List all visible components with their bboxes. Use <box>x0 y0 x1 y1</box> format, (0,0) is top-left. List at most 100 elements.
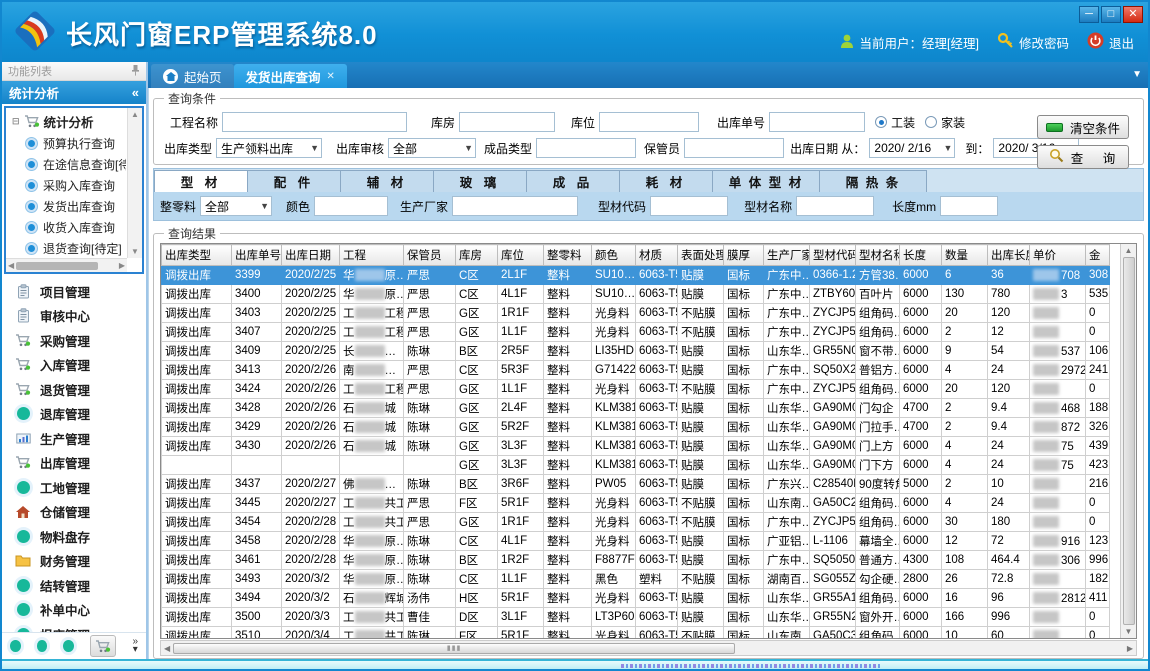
profile-code-input[interactable] <box>650 196 728 216</box>
table-row[interactable]: 调拨出库35002020/3/3工共工程曹佳D区3L1F整料LT3P606063… <box>162 608 1110 627</box>
material-tab[interactable]: 耗 材 <box>619 170 713 192</box>
table-row[interactable]: 调拨出库34372020/2/27佛…陈琳B区3R6F整料PW056063-T5… <box>162 475 1110 494</box>
column-header-price[interactable]: 单价 <box>1030 245 1086 266</box>
tab-home[interactable]: 起始页 <box>151 64 234 88</box>
radio-gongzhuang[interactable]: 工装 <box>875 114 915 131</box>
column-header-film[interactable]: 膜厚 <box>724 245 764 266</box>
tree-item[interactable]: 在途信息查询[待 <box>8 154 126 175</box>
tree-vertical-scrollbar[interactable]: ▲▼ <box>127 108 142 258</box>
column-header-qty[interactable]: 数量 <box>942 245 988 266</box>
audit-select[interactable]: 全部▼ <box>388 138 476 158</box>
date-from-picker[interactable]: 2020/ 2/16▼ <box>869 138 955 158</box>
sidebar-item[interactable]: 采购管理 <box>2 328 146 353</box>
pin-icon[interactable] <box>131 64 140 79</box>
minimize-button[interactable]: ─ <box>1079 6 1099 23</box>
tree-root-statistics[interactable]: ⊟ 统计分析 <box>8 110 126 133</box>
sidebar-item[interactable]: 出库管理 <box>2 451 146 476</box>
tree-item[interactable]: 预算执行查询 <box>8 133 126 154</box>
keeper-input[interactable] <box>684 138 784 158</box>
column-header-code[interactable]: 型材代码 <box>810 245 856 266</box>
table-row[interactable]: 调拨出库34582020/2/28华原…陈琳C区4L1F整料光身料6063-T5… <box>162 532 1110 551</box>
column-header-project[interactable]: 工程 <box>340 245 404 266</box>
table-row[interactable]: 调拨出库34292020/2/26石城陈琳G区5R2F整料KLM38176063… <box>162 418 1110 437</box>
clear-conditions-button[interactable]: 清空条件 <box>1037 115 1129 139</box>
sidebar-item[interactable]: 审核中心 <box>2 304 146 329</box>
project-name-input[interactable] <box>222 112 407 132</box>
column-header-surf[interactable]: 表面处理 <box>678 245 724 266</box>
column-header-wh[interactable]: 库房 <box>456 245 498 266</box>
column-header-mat[interactable]: 材质 <box>636 245 678 266</box>
radio-jiazhuang[interactable]: 家装 <box>925 114 965 131</box>
tree-item[interactable]: 退货查询[待定] <box>8 238 126 258</box>
table-row[interactable]: 调拨出库34002020/2/25华原…严思C区4L1F整料SU10…6063-… <box>162 285 1110 304</box>
whole-part-select[interactable]: 全部▼ <box>200 196 272 216</box>
sidebar-item[interactable]: 退货管理 <box>2 377 146 402</box>
more-options-button[interactable]: »▾ <box>132 638 138 654</box>
table-row[interactable]: 调拨出库34452020/2/27工共工程严思F区5R1F整料光身料6063-T… <box>162 494 1110 513</box>
sidebar-item[interactable]: 补单中心 <box>2 598 146 623</box>
column-header-color[interactable]: 颜色 <box>592 245 636 266</box>
tab-shipping-outbound-query[interactable]: 发货出库查询 ✕ <box>234 64 347 88</box>
column-header-whole[interactable]: 整零料 <box>544 245 592 266</box>
change-password-button[interactable]: 修改密码 <box>997 32 1069 52</box>
manufacturer-input[interactable] <box>452 196 578 216</box>
table-row[interactable]: 调拨出库34072020/2/25工工程严思G区1L1F整料光身料6063-T5… <box>162 323 1110 342</box>
out-type-select[interactable]: 生产领料出库▼ <box>216 138 322 158</box>
table-row[interactable]: 调拨出库34612020/2/28华原…陈琳B区1R2F整料F8877FT606… <box>162 551 1110 570</box>
column-header-date[interactable]: 出库日期 <box>282 245 340 266</box>
table-row[interactable]: G区3L3F整料KLM38176063-T5贴膜国标山东华…GA90M09.门下… <box>162 456 1110 475</box>
material-tab[interactable]: 型 材 <box>154 170 248 192</box>
sidebar-item[interactable]: 物料盘存 <box>2 524 146 549</box>
table-row[interactable]: 调拨出库33992020/2/25华原…严思C区2L1F整料SU10…6063-… <box>162 266 1110 285</box>
material-tab[interactable]: 单 体 型 材 <box>712 170 820 192</box>
sidebar-item[interactable]: 项目管理 <box>2 279 146 304</box>
section-statistics[interactable]: 统计分析 « <box>2 81 146 104</box>
configure-buttons-button[interactable] <box>90 635 117 657</box>
sidebar-item[interactable]: 退库管理 <box>2 402 146 427</box>
length-mm-input[interactable] <box>940 196 998 216</box>
dot-icon[interactable] <box>10 640 21 652</box>
table-vertical-scrollbar[interactable]: ▲▼ <box>1120 244 1136 638</box>
table-row[interactable]: 调拨出库34282020/2/26石城陈琳G区2L4F整料KLM38176063… <box>162 399 1110 418</box>
logout-button[interactable]: 退出 <box>1087 32 1134 52</box>
material-tab[interactable]: 成 品 <box>526 170 620 192</box>
column-header-type[interactable]: 出库类型 <box>162 245 232 266</box>
tree-item[interactable]: 收货入库查询 <box>8 217 126 238</box>
sidebar-item[interactable]: 工地管理 <box>2 475 146 500</box>
dot-icon[interactable] <box>63 640 74 652</box>
column-header-amt[interactable]: 金 <box>1086 245 1110 266</box>
profile-name-input[interactable] <box>796 196 874 216</box>
table-row[interactable]: 调拨出库34932020/3/2华原…陈琳C区1L1F整料黑色塑料不贴膜国标湖南… <box>162 570 1110 589</box>
sidebar-item[interactable]: 仓储管理 <box>2 500 146 525</box>
tree-item[interactable]: 发货出库查询 <box>8 196 126 217</box>
sidebar-item[interactable]: 入库管理 <box>2 353 146 378</box>
column-header-mfr[interactable]: 生产厂家 <box>764 245 810 266</box>
column-header-no[interactable]: 出库单号 <box>232 245 282 266</box>
sidebar-item[interactable]: 报废管理 <box>2 622 146 632</box>
table-row[interactable]: 调拨出库34942020/3/2石辉城汤伟H区5R1F整料光身料6063-T5贴… <box>162 589 1110 608</box>
sidebar-item[interactable]: 结转管理 <box>2 573 146 598</box>
table-row[interactable]: 调拨出库34302020/2/26石城陈琳G区3L3F整料KLM38176063… <box>162 437 1110 456</box>
material-tab[interactable]: 辅 材 <box>340 170 434 192</box>
dot-icon[interactable] <box>37 640 48 652</box>
tree-item[interactable]: 采购入库查询 <box>8 175 126 196</box>
color-input[interactable] <box>314 196 388 216</box>
table-row[interactable]: 调拨出库34032020/2/25工工程严思G区1R1F整料光身料6063-T5… <box>162 304 1110 323</box>
product-type-input[interactable] <box>536 138 636 158</box>
sidebar-item[interactable]: 生产管理 <box>2 426 146 451</box>
material-tab[interactable]: 隔 热 条 <box>819 170 927 192</box>
tab-list-caret-icon[interactable]: ▼ <box>1132 69 1142 80</box>
table-row[interactable]: 调拨出库34242020/2/26工工程严思G区1L1F整料光身料6063-T5… <box>162 380 1110 399</box>
material-tab[interactable]: 配 件 <box>247 170 341 192</box>
tree-horizontal-scrollbar[interactable]: ◀▶ <box>6 258 127 272</box>
table-row[interactable]: 调拨出库34542020/2/28工共工程严思G区1R1F整料光身料6063-T… <box>162 513 1110 532</box>
column-header-outlen[interactable]: 出库长度 <box>988 245 1030 266</box>
table-row[interactable]: 调拨出库34132020/2/26南…严思C区5R3F整料G714226063-… <box>162 361 1110 380</box>
column-header-keeper[interactable]: 保管员 <box>404 245 456 266</box>
warehouse-input[interactable] <box>459 112 555 132</box>
sidebar-item[interactable]: 财务管理 <box>2 549 146 574</box>
table-row[interactable]: 调拨出库34092020/2/25长…陈琳B区2R5F整料LI35HD6063-… <box>162 342 1110 361</box>
tree-expander-icon[interactable]: ⊟ <box>12 116 20 127</box>
order-no-input[interactable] <box>769 112 865 132</box>
column-header-name[interactable]: 型材名称 <box>856 245 900 266</box>
